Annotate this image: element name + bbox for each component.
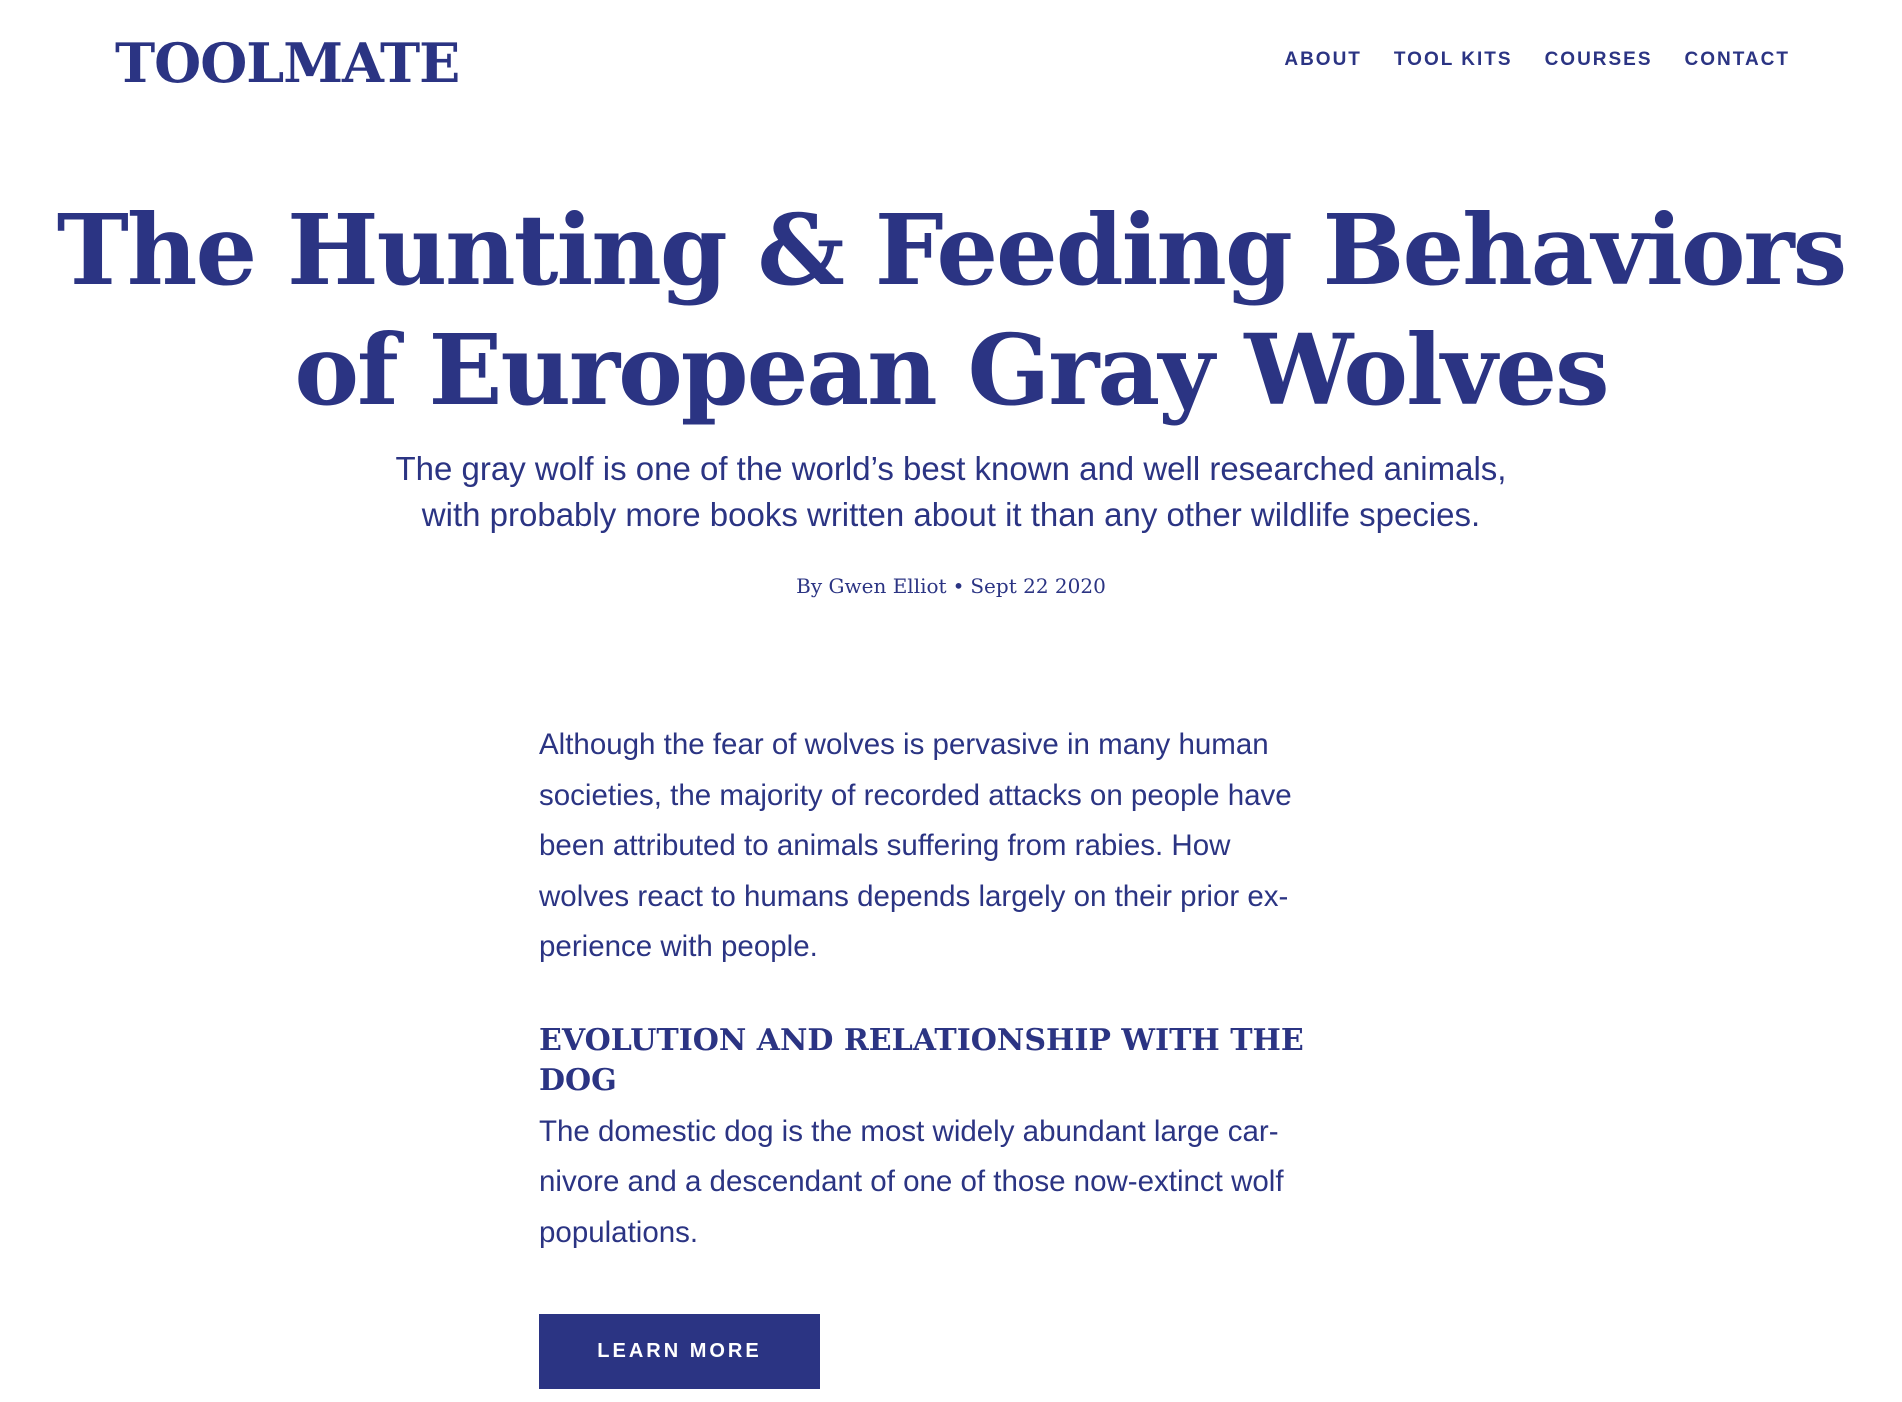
nav-item-about: ABOUT <box>1284 46 1362 74</box>
author-name: By Gwen Elliot <box>796 574 947 598</box>
section-paragraph: The domestic dog is the most widely abun… <box>539 1107 1389 1259</box>
logo[interactable]: TOOLMATE <box>115 28 460 98</box>
paragraph-line: Although the fear of wolves is pervasive… <box>539 728 1269 761</box>
page-title: The Hunting & Feeding Behaviors of Europ… <box>0 190 1902 430</box>
paragraph-line: The domestic dog is the most widely abun… <box>539 1114 1279 1148</box>
main-nav: ABOUT TOOL KITS COURSES CONTACT <box>1284 46 1790 74</box>
paragraph-line: perience with people. <box>539 930 818 963</box>
nav-item-contact: CONTACT <box>1685 46 1790 74</box>
paragraph-line: populations. <box>539 1215 699 1249</box>
page-subtitle-line-2: with probably more books written about i… <box>421 496 1481 533</box>
article-body: Although the fear of wolves is pervasive… <box>539 720 1389 1389</box>
page-subtitle-line-1: The gray wolf is one of the world’s best… <box>395 450 1507 487</box>
intro-paragraph: Although the fear of wolves is pervasive… <box>539 720 1389 973</box>
nav-link-courses[interactable]: COURSES <box>1545 49 1653 70</box>
page-title-line-1: The Hunting & Feeding Behaviors <box>56 193 1847 307</box>
paragraph-line: been attributed to animals suffering fro… <box>539 829 1231 862</box>
page-subtitle: The gray wolf is one of the world’s best… <box>0 446 1902 538</box>
nav-link-about[interactable]: ABOUT <box>1284 49 1362 70</box>
byline: By Gwen Elliot • Sept 22 2020 <box>0 572 1902 600</box>
paragraph-line: societies, the majority of recorded atta… <box>539 778 1292 812</box>
byline-separator: • <box>952 574 965 598</box>
paragraph-line: wolves react to humans depends largely o… <box>539 879 1289 913</box>
nav-link-contact[interactable]: CONTACT <box>1685 49 1790 70</box>
nav-link-tool-kits[interactable]: TOOL KITS <box>1394 49 1513 70</box>
nav-item-courses: COURSES <box>1545 46 1653 74</box>
section-heading: EVOLUTION AND RELATIONSHIP WITH THE DOG <box>539 1022 1304 1098</box>
site-header: TOOLMATE ABOUT TOOL KITS COURSES CONTACT <box>0 0 1902 130</box>
nav-item-tool-kits: TOOL KITS <box>1394 46 1513 74</box>
page-title-line-2: of European Gray Wolves <box>294 313 1609 427</box>
learn-more-button[interactable]: LEARN MORE <box>539 1314 820 1389</box>
publish-date: Sept 22 2020 <box>970 574 1106 598</box>
paragraph-line: nivore and a descendant of one of those … <box>539 1165 1284 1198</box>
